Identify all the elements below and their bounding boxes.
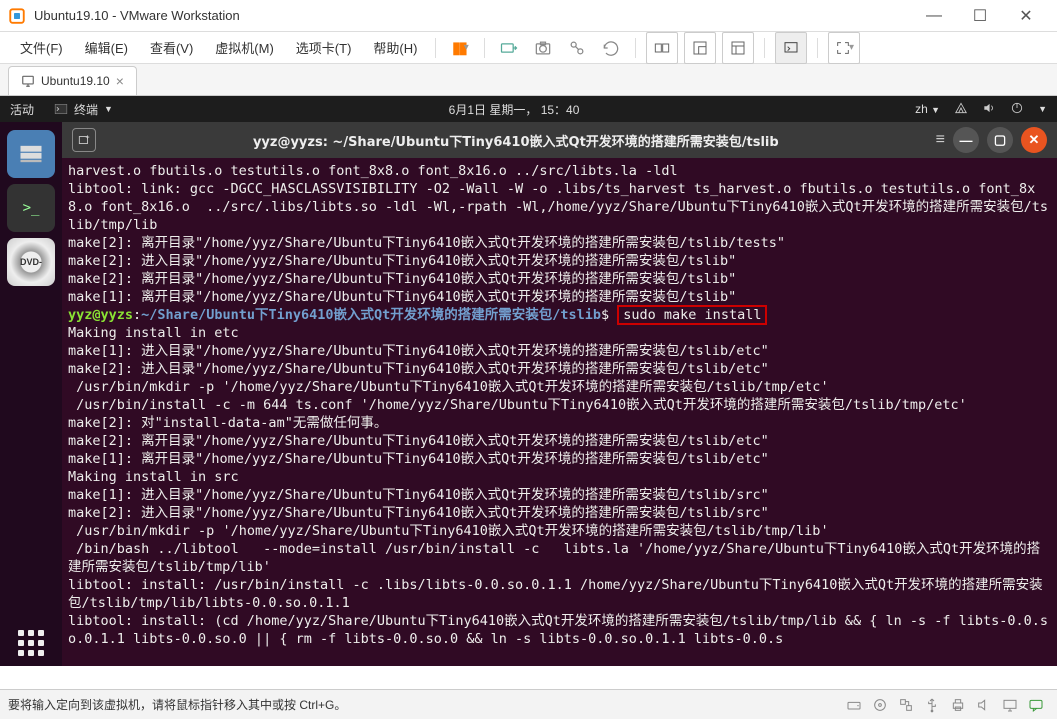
tab-close-button[interactable]: × <box>116 73 124 89</box>
hamburger-menu-button[interactable]: ≡ <box>936 131 945 149</box>
snapshot-button[interactable] <box>527 32 559 64</box>
fullscreen-button[interactable]: ▾ <box>828 32 860 64</box>
guest-desktop[interactable]: 活动 终端 ▼ 6月1日 星期一， 15：40 zh ▼ ▼ >_ DVD- y… <box>0 96 1057 666</box>
menu-edit[interactable]: 编辑(E) <box>75 34 138 61</box>
terminal-body[interactable]: harvest.o fbutils.o testutils.o font_8x8… <box>62 158 1057 666</box>
chevron-down-icon: ▼ <box>104 104 113 114</box>
vm-tab[interactable]: Ubuntu19.10 × <box>8 66 137 95</box>
volume-icon[interactable] <box>982 101 996 118</box>
menu-file[interactable]: 文件(F) <box>10 34 73 61</box>
status-hint: 要将输入定向到该虚拟机，请将鼠标指针移入其中或按 Ctrl+G。 <box>8 696 346 713</box>
new-tab-button[interactable] <box>72 128 96 152</box>
pause-button[interactable]: ▮▮▾ <box>444 32 476 64</box>
dock: >_ DVD- <box>0 122 62 666</box>
fit-guest-button[interactable] <box>646 32 678 64</box>
terminal-minimize-button[interactable]: — <box>953 127 979 153</box>
separator <box>635 38 636 58</box>
status-disk-icon[interactable] <box>843 694 865 716</box>
separator <box>764 38 765 58</box>
menubar: 文件(F) 编辑(E) 查看(V) 虚拟机(M) 选项卡(T) 帮助(H) ▮▮… <box>0 32 1057 64</box>
input-method[interactable]: zh ▼ <box>915 102 940 116</box>
statusbar: 要将输入定向到该虚拟机，请将鼠标指针移入其中或按 Ctrl+G。 <box>0 689 1057 719</box>
activities-button[interactable]: 活动 <box>10 101 34 118</box>
status-printer-icon[interactable] <box>947 694 969 716</box>
window-close-button[interactable]: ✕ <box>1003 0 1049 32</box>
window-titlebar: Ubuntu19.10 - VMware Workstation — ☐ ✕ <box>0 0 1057 32</box>
dock-dvd[interactable]: DVD- <box>7 238 55 286</box>
dock-terminal[interactable]: >_ <box>7 184 55 232</box>
tabbar: Ubuntu19.10 × <box>0 64 1057 96</box>
separator <box>435 38 436 58</box>
separator <box>817 38 818 58</box>
menu-tabs[interactable]: 选项卡(T) <box>286 34 362 61</box>
window-minimize-button[interactable]: — <box>911 0 957 32</box>
chevron-down-icon: ▼ <box>1038 104 1047 114</box>
gnome-topbar: 活动 终端 ▼ 6月1日 星期一， 15：40 zh ▼ ▼ <box>0 96 1057 122</box>
stretch-button[interactable] <box>684 32 716 64</box>
terminal-icon <box>54 102 68 116</box>
power-icon[interactable] <box>1010 101 1024 118</box>
network-icon[interactable] <box>954 101 968 118</box>
terminal-maximize-button[interactable]: ▢ <box>987 127 1013 153</box>
menu-help[interactable]: 帮助(H) <box>363 34 427 61</box>
vmware-icon <box>8 7 26 25</box>
status-network-icon[interactable] <box>895 694 917 716</box>
dock-apps-grid[interactable] <box>18 630 44 656</box>
dock-files[interactable] <box>7 130 55 178</box>
window-title: Ubuntu19.10 - VMware Workstation <box>34 8 911 23</box>
menu-view[interactable]: 查看(V) <box>140 34 203 61</box>
revert-snapshot-button[interactable] <box>595 32 627 64</box>
status-message-icon[interactable] <box>1025 694 1047 716</box>
separator <box>484 38 485 58</box>
status-sound-icon[interactable] <box>973 694 995 716</box>
clock[interactable]: 6月1日 星期一， 15：40 <box>113 101 915 118</box>
app-menu-label: 终端 <box>74 101 98 118</box>
window-maximize-button[interactable]: ☐ <box>957 0 1003 32</box>
unity-button[interactable] <box>722 32 754 64</box>
monitor-icon <box>21 74 35 88</box>
terminal-headerbar: yyz@yyzs: ~/Share/Ubuntu下Tiny6410嵌入式Qt开发… <box>62 122 1057 158</box>
app-menu[interactable]: 终端 ▼ <box>54 101 113 118</box>
console-button[interactable] <box>775 32 807 64</box>
terminal-title: yyz@yyzs: ~/Share/Ubuntu下Tiny6410嵌入式Qt开发… <box>104 131 928 150</box>
status-usb-icon[interactable] <box>921 694 943 716</box>
status-cd-icon[interactable] <box>869 694 891 716</box>
send-keys-button[interactable] <box>493 32 525 64</box>
manage-snapshot-button[interactable] <box>561 32 593 64</box>
status-display-icon[interactable] <box>999 694 1021 716</box>
menu-vm[interactable]: 虚拟机(M) <box>205 34 284 61</box>
tab-label: Ubuntu19.10 <box>41 74 110 88</box>
terminal-window: yyz@yyzs: ~/Share/Ubuntu下Tiny6410嵌入式Qt开发… <box>62 122 1057 666</box>
terminal-close-button[interactable]: ✕ <box>1021 127 1047 153</box>
